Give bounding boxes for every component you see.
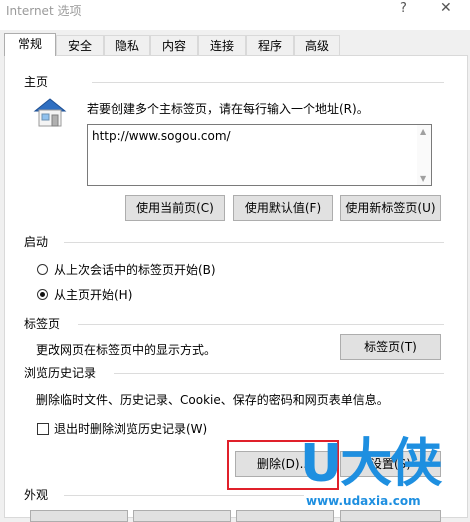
- home-url-value: http://www.sogou.com/: [92, 129, 231, 143]
- house-icon: [32, 96, 68, 128]
- home-url-input[interactable]: http://www.sogou.com/ ▲ ▼: [87, 124, 432, 186]
- tab-advanced[interactable]: 高级: [294, 35, 340, 55]
- watermark-logo-text: U大侠: [300, 434, 442, 494]
- tab-privacy[interactable]: 隐私: [104, 35, 150, 55]
- tabs-settings-button[interactable]: 标签页(T): [340, 334, 441, 360]
- watermark-logo: U大侠 www.udaxia.com: [300, 438, 470, 518]
- window-title: Internet 选项: [6, 4, 82, 18]
- delete-on-exit-checkbox[interactable]: [37, 423, 49, 435]
- tab-connections[interactable]: 连接: [198, 35, 246, 55]
- radio-last-session[interactable]: [37, 264, 48, 275]
- appearance-button-2[interactable]: [133, 510, 231, 522]
- tab-programs[interactable]: 程序: [246, 35, 294, 55]
- radio-home-page-label[interactable]: 从主页开始(H): [54, 286, 132, 303]
- startup-group-divider: [64, 242, 444, 243]
- startup-group-title: 启动: [24, 235, 49, 249]
- watermark-url: www.udaxia.com: [306, 494, 421, 508]
- home-instruction: 若要创建多个主标签页，请在每行输入一个地址(R)。: [87, 102, 369, 116]
- history-group-title: 浏览历史记录: [24, 366, 97, 380]
- appearance-button-1[interactable]: [30, 510, 128, 522]
- use-default-button[interactable]: 使用默认值(F): [233, 195, 333, 221]
- appearance-group-title: 外观: [24, 488, 49, 502]
- use-new-tab-button[interactable]: 使用新标签页(U): [340, 195, 441, 221]
- tabs-group-desc: 更改网页在标签页中的显示方式。: [36, 343, 217, 357]
- use-current-button[interactable]: 使用当前页(C): [125, 195, 225, 221]
- tabs-group-divider: [78, 324, 444, 325]
- home-group-title: 主页: [24, 75, 49, 89]
- tabs-group-title: 标签页: [24, 317, 61, 331]
- url-scrollbar[interactable]: ▲ ▼: [417, 125, 431, 185]
- tab-bar: 常规 安全 隐私 内容 连接 程序 高级: [0, 33, 470, 56]
- help-button[interactable]: ?: [400, 1, 407, 16]
- appearance-group-divider: [64, 495, 304, 496]
- tab-security[interactable]: 安全: [56, 35, 104, 55]
- scroll-down-icon[interactable]: ▼: [420, 174, 426, 183]
- history-group-divider: [114, 373, 444, 374]
- close-button[interactable]: ✕: [440, 0, 452, 16]
- delete-on-exit-label[interactable]: 退出时删除浏览历史记录(W): [54, 420, 207, 437]
- tab-content[interactable]: 内容: [150, 35, 198, 55]
- tab-general[interactable]: 常规: [4, 33, 56, 56]
- radio-last-session-label[interactable]: 从上次会话中的标签页开始(B): [54, 261, 216, 278]
- title-bar: Internet 选项 ? ✕: [0, 0, 470, 30]
- radio-home-page[interactable]: [37, 289, 48, 300]
- home-group-divider: [92, 82, 444, 83]
- history-desc: 删除临时文件、历史记录、Cookie、保存的密码和网页表单信息。: [36, 393, 389, 407]
- scroll-up-icon[interactable]: ▲: [420, 127, 426, 136]
